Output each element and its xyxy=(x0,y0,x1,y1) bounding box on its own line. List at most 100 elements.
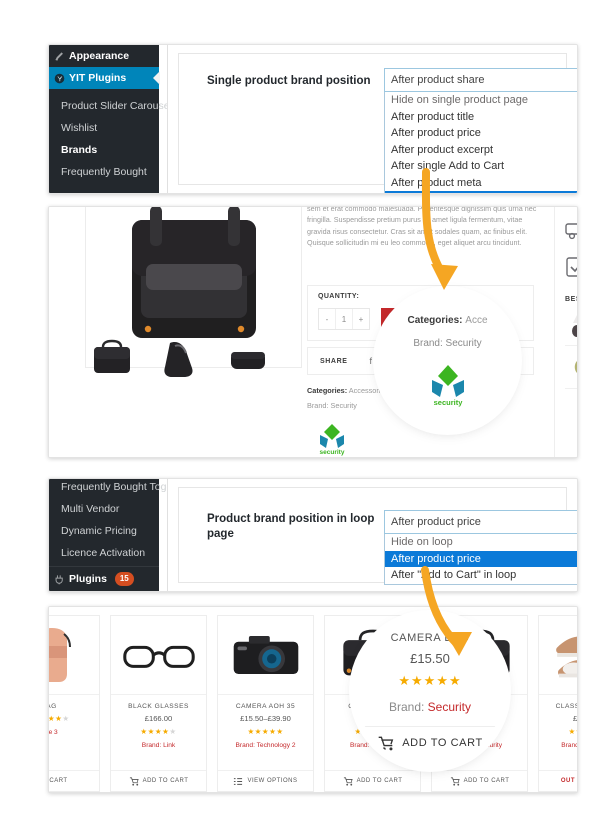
sidebar-label: Brands xyxy=(61,144,98,156)
lamp-icon xyxy=(572,315,577,338)
product-brand-value[interactable]: Technology 2 xyxy=(257,742,296,749)
facebook-icon[interactable]: f xyxy=(360,356,383,366)
select-option[interactable]: Hide on loop xyxy=(385,534,577,551)
select-option[interactable]: After product meta xyxy=(385,175,577,192)
product-action-label: CART xyxy=(49,778,68,784)
select-option[interactable]: After product title xyxy=(385,109,577,126)
bag-front-icon xyxy=(94,339,130,373)
product-meta: Categories: Accessories Brand: Security xyxy=(307,383,388,413)
product-brand-label: Brand: xyxy=(561,742,577,749)
product-image[interactable] xyxy=(111,616,206,695)
magnifier-loop-card: CAMERA BAG £15.50 ★★★★★ Brand: Security … xyxy=(356,617,504,765)
quantity-increment[interactable]: + xyxy=(353,309,369,329)
sidebar-item-dynamic-pricing[interactable]: Dynamic Pricing xyxy=(49,520,159,542)
best-seller-item[interactable] xyxy=(565,303,577,347)
quantity-label: QUANTITY: xyxy=(318,293,360,300)
select-option-selected[interactable]: After product share xyxy=(385,191,577,193)
cart-icon xyxy=(450,776,460,786)
product-rating: ★★★★★ xyxy=(568,727,577,736)
cart-icon xyxy=(129,776,139,786)
settings-panel-single-product: Appearance YIT Plugins Product Slider Ca… xyxy=(48,44,578,194)
sidebar-label: Licence Activation xyxy=(61,547,146,559)
product-action[interactable]: ADD TO CART xyxy=(432,770,527,791)
best-sellers-title: BEST SELLE xyxy=(565,296,577,304)
quantity-decrement[interactable]: - xyxy=(319,309,336,329)
product-brand-value[interactable]: se 3 xyxy=(49,729,58,736)
select-value[interactable]: After product share xyxy=(384,68,577,92)
screenshot-root: Appearance YIT Plugins Product Slider Ca… xyxy=(0,0,600,823)
product-info: AG ★★★★★ se 3 xyxy=(49,695,99,770)
best-seller-item[interactable] xyxy=(565,346,577,390)
product-image[interactable] xyxy=(49,616,99,695)
sidebar-item-appearance[interactable]: Appearance xyxy=(49,45,159,67)
brand-logo: security xyxy=(315,422,349,456)
select-option-selected[interactable]: After product price xyxy=(385,550,577,567)
select-option-list[interactable]: Hide on single product page After produc… xyxy=(384,92,577,193)
magnified-action-label: ADD TO CART xyxy=(402,737,483,749)
magnifier-content: CAMERA BAG £15.50 ★★★★★ Brand: Security … xyxy=(356,617,504,765)
select-option[interactable]: After product excerpt xyxy=(385,142,577,159)
product-action[interactable]: CART xyxy=(49,770,99,791)
select-value[interactable]: After product price xyxy=(384,510,577,534)
product-action[interactable]: VIEW OPTIONS xyxy=(218,770,313,791)
select-option[interactable]: After single Add to Cart xyxy=(385,158,577,175)
thumbnail-2[interactable] xyxy=(153,335,207,381)
product-brand: se 3 xyxy=(49,729,95,736)
select-option[interactable]: After "Add to Cart" in loop xyxy=(385,567,577,584)
product-action[interactable]: ADD TO CART xyxy=(325,770,420,791)
select-option[interactable]: After product price xyxy=(385,125,577,142)
product-card[interactable]: BLACK GLASSES £166.00 ★★★★★ Brand: Link … xyxy=(110,615,207,792)
sidebar-item-frequently-bought-together[interactable]: Frequently Bought Together xyxy=(49,479,190,498)
wp-admin-sidebar-2: Frequently Bought Together Multi Vendor … xyxy=(49,479,190,591)
product-action-label: OUT OF STOCK xyxy=(560,778,577,784)
product-brand-value[interactable]: Link xyxy=(163,742,175,749)
categories-label: Categories: xyxy=(307,386,348,395)
product-card[interactable]: CAMERA AOH 35 £15.50–£39.90 ★★★★★ Brand:… xyxy=(217,615,314,792)
product-price: £15.50–£39.90 xyxy=(240,714,291,723)
sidebar-item-yit-plugins[interactable]: YIT Plugins xyxy=(49,67,160,89)
sidebar-item-wishlist[interactable]: Wishlist xyxy=(49,117,159,139)
quantity-value[interactable]: 1 xyxy=(336,309,353,329)
field-label-single-brand-position: Single product brand position xyxy=(207,75,371,87)
product-stock-status: OUT OF STOCK xyxy=(539,770,577,791)
glasses-icon xyxy=(122,645,195,668)
product-brand-label: Brand: xyxy=(235,742,255,749)
sidebar-item-frequently-bought[interactable]: Frequently Bought xyxy=(49,161,159,183)
sidebar-item-product-slider-carousel[interactable]: Product Slider Carousel xyxy=(49,95,172,117)
magnified-price: £15.50 xyxy=(410,650,450,666)
sidebar-item-brands[interactable]: Brands xyxy=(49,139,159,161)
thumbnail-3[interactable] xyxy=(221,335,275,381)
product-image[interactable] xyxy=(539,616,577,695)
product-card[interactable]: CLASSIC BROWN £119.00 ★★★★★ Brand: Secur… xyxy=(538,615,578,792)
quantity-stepper[interactable]: - 1 + xyxy=(318,308,370,330)
product-title[interactable]: AG xyxy=(49,703,95,710)
product-action-label: ADD TO CART xyxy=(142,778,189,784)
product-card[interactable]: AG ★★★★★ se 3 CART xyxy=(49,615,100,792)
security-logo-icon: security xyxy=(320,424,345,456)
select-loop-brand-position[interactable]: After product price Hide on loop After p… xyxy=(384,510,577,585)
select-single-brand-position[interactable]: After product share Hide on single produ… xyxy=(384,68,577,193)
feature-free-shipping: FREE Ut tel elem eleife xyxy=(565,217,577,240)
product-image[interactable] xyxy=(218,616,313,695)
product-title[interactable]: CLASSIC BROWN xyxy=(543,703,577,710)
select-option-list[interactable]: Hide on loop After product price After "… xyxy=(384,534,577,585)
product-categories: Categories: Accessories xyxy=(307,383,388,398)
magnified-title: CAMERA BAG xyxy=(390,631,470,644)
sidebar-item-multi-vendor[interactable]: Multi Vendor xyxy=(49,498,159,520)
sidebar-item-plugins[interactable]: Plugins 15 xyxy=(49,567,159,591)
thumbnail-1[interactable] xyxy=(85,335,139,381)
share-label: SHARE xyxy=(320,357,348,365)
sidebar-label: Plugins xyxy=(69,572,107,585)
sidebar-label: Wishlist xyxy=(61,122,98,134)
wp-admin-sidebar-1: Appearance YIT Plugins Product Slider Ca… xyxy=(49,45,172,193)
product-title[interactable]: CAMERA AOH 35 xyxy=(222,703,309,710)
sidebar-label: Appearance xyxy=(69,50,130,62)
select-option[interactable]: Hide on single product page xyxy=(385,92,577,109)
product-action[interactable]: ADD TO CART xyxy=(111,770,206,791)
yit-icon xyxy=(54,73,65,84)
sidebar-item-licence-activation[interactable]: Licence Activation xyxy=(49,542,159,564)
product-price: £119.00 xyxy=(573,714,578,723)
magnified-brand-line: Brand: Security xyxy=(413,337,482,349)
sidebar-label: YIT Plugins xyxy=(69,72,127,84)
product-title[interactable]: BLACK GLASSES xyxy=(115,703,202,710)
